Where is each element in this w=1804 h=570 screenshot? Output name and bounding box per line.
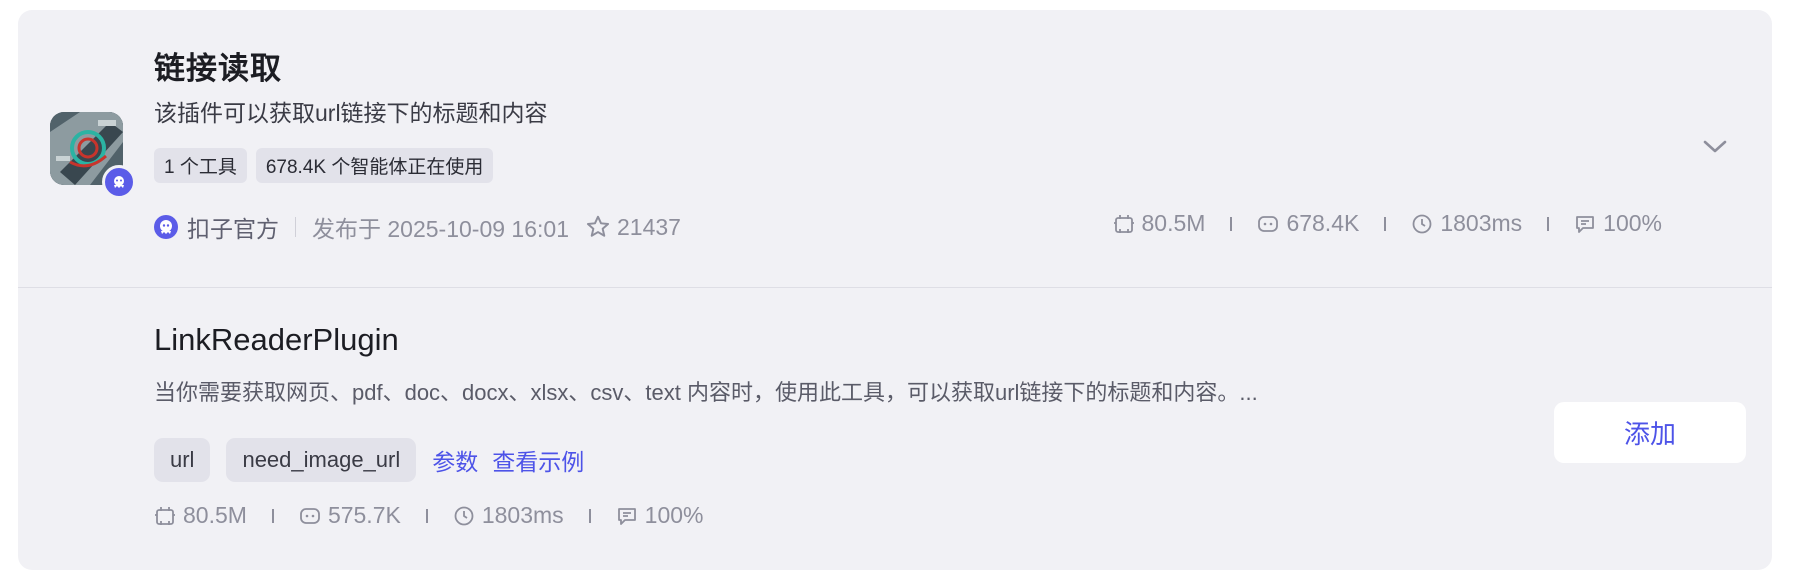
- plugin-title: 链接读取: [154, 51, 282, 86]
- tool-params: url need_image_url 参数 查看示例: [154, 438, 584, 482]
- stat-divider: [1230, 216, 1233, 231]
- plugin-header[interactable]: 链接读取 该插件可以获取url链接下的标题和内容 1 个工具 678.4K 个智…: [18, 10, 1772, 288]
- size-value: 80.5M: [183, 502, 247, 528]
- size-stat: 80.5M: [1113, 210, 1206, 237]
- success-value: 100%: [1603, 210, 1662, 236]
- stat-divider: [425, 508, 428, 523]
- param-tag: need_image_url: [226, 438, 417, 482]
- success-stat: 100%: [616, 502, 704, 529]
- storage-icon: [155, 506, 175, 525]
- latency-stat: 1803ms: [453, 502, 564, 529]
- bots-value: 575.7K: [327, 502, 401, 528]
- add-button[interactable]: 添加: [1554, 402, 1746, 463]
- coze-official-icon: [154, 215, 178, 239]
- latency-value: 1803ms: [1440, 210, 1523, 236]
- params-link[interactable]: 参数: [432, 443, 478, 477]
- tool-row: LinkReaderPlugin 当你需要获取网页、pdf、doc、docx、x…: [18, 288, 1772, 570]
- bots-stat: 678.4K: [1257, 210, 1359, 237]
- star-icon[interactable]: [585, 214, 611, 240]
- param-tag: url: [154, 438, 211, 482]
- storage-icon: [1113, 214, 1134, 233]
- stat-divider: [588, 508, 591, 523]
- clock-icon: [454, 506, 474, 525]
- author-name[interactable]: 扣子官方: [187, 210, 279, 244]
- star-count: 21437: [617, 213, 681, 240]
- size-value: 80.5M: [1141, 210, 1206, 236]
- coze-badge-icon: [102, 165, 136, 199]
- meta-divider: [295, 217, 296, 237]
- tool-count-tag: 1 个工具: [154, 148, 247, 183]
- bots-value: 678.4K: [1286, 210, 1360, 236]
- latency-stat: 1803ms: [1411, 210, 1522, 237]
- tool-title: LinkReaderPlugin: [154, 322, 399, 357]
- bot-icon: [1258, 215, 1279, 232]
- latency-value: 1803ms: [481, 502, 564, 528]
- tool-description: 当你需要获取网页、pdf、doc、docx、xlsx、csv、text 内容时，…: [154, 380, 1258, 405]
- tool-stats: 80.5M 575.7K 1803ms 100%: [154, 502, 704, 529]
- success-value: 100%: [644, 502, 704, 528]
- plugin-description: 该插件可以获取url链接下的标题和内容: [154, 100, 548, 126]
- chevron-down-icon[interactable]: [1702, 138, 1728, 156]
- view-example-link[interactable]: 查看示例: [492, 443, 584, 477]
- bots-stat: 575.7K: [299, 502, 401, 529]
- success-rate-icon: [617, 507, 636, 525]
- success-rate-icon: [1576, 215, 1595, 233]
- plugin-meta: 扣子官方 发布于 2025-10-09 16:01 21437: [154, 210, 681, 244]
- plugin-card: 链接读取 该插件可以获取url链接下的标题和内容 1 个工具 678.4K 个智…: [18, 10, 1772, 570]
- stat-divider: [1384, 216, 1387, 231]
- publish-date: 发布于 2025-10-09 16:01: [312, 216, 569, 242]
- clock-icon: [1412, 214, 1432, 233]
- plugin-tags: 1 个工具 678.4K 个智能体正在使用: [154, 148, 494, 183]
- stat-divider: [271, 508, 274, 523]
- usage-count-tag: 678.4K 个智能体正在使用: [255, 148, 494, 183]
- bot-icon: [300, 507, 320, 524]
- plugin-stats: 80.5M 678.4K 1803ms 100%: [1113, 210, 1662, 237]
- stat-divider: [1547, 216, 1550, 231]
- size-stat: 80.5M: [154, 502, 247, 529]
- success-stat: 100%: [1574, 210, 1662, 237]
